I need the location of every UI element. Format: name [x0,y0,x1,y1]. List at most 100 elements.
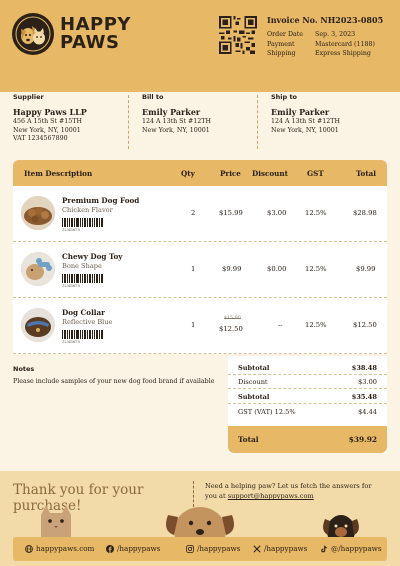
social-website-text: happypaws.com [36,544,95,553]
grand-total-label: Total [238,435,259,444]
supplier-address-line1: 456 A 15th St #15TH [13,118,82,126]
meta-value: Express Shipping [315,50,371,57]
qr-code-icon [219,16,257,54]
discount-cell: -- [278,321,283,329]
product-variant: Bone Shape [62,262,102,270]
social-tiktok-text: @/happypaws [331,544,382,553]
divider [228,374,387,375]
subtotal-value: $38.48 [351,364,377,372]
discount-row: Discount $3.00 [238,378,377,386]
subtotal-row: Subtotal $38.48 [238,364,377,372]
meta-shipping: Shipping Express Shipping [267,49,375,59]
total-cell: $12.50 [353,321,377,329]
social-facebook[interactable]: /happypaws [106,544,160,553]
brand-name-line2: PAWS [60,32,120,53]
discount-cell: $0.00 [267,265,287,273]
header-gst: GST [307,169,324,178]
price-cell: $12.50 [219,325,243,333]
bill-to-block: Bill to Emily Parker 124 A 13th St #12TH… [142,93,211,135]
meta-payment: Payment Mastercard (1188) [267,40,375,50]
supplier-vat: VAT 1234567890 [13,135,68,143]
product-variant: Reflective Blue [62,318,113,326]
table-row: Dog Collar Reflective Blue 12345678 1 $1… [13,298,387,354]
help-text: Need a helping paw? Let us fetch the ans… [205,481,385,501]
social-x-text: /happypaws [264,544,308,553]
qty-cell: 1 [191,321,196,329]
notes-text: Please include samples of your new dog f… [13,378,215,385]
barcode-icon [62,274,103,283]
tiktok-icon [321,545,327,552]
x-twitter-icon [253,544,261,553]
instagram-icon [186,544,194,553]
barcode-number: 12345678 [62,228,80,232]
puppy-illustration [323,515,359,537]
grand-total-row: Total $39.92 [228,426,387,453]
social-tiktok[interactable]: @/happypaws [320,544,382,553]
total-cell: $9.99 [356,265,376,273]
divider [228,388,387,389]
support-email-link[interactable]: support@happypaws.com [228,492,314,500]
product-name: Chewy Dog Toy [62,252,123,261]
social-links-bar: happypaws.com /happypaws /happypaws /hap… [13,537,387,561]
grand-total-value: $39.92 [348,435,377,444]
meta-label: Shipping [267,50,296,57]
dog-toy-product-image [21,252,55,286]
barcode-number: 12345678 [62,340,80,344]
price-cell: $15.99 [219,209,243,217]
barcode-icon [62,330,103,339]
price-cell: $9.99 [222,265,242,273]
supplier-block: Supplier Happy Paws LLP 456 A 15th St #1… [13,93,87,144]
globe-icon [25,544,33,553]
meta-value: Mastercard (1188) [315,40,375,48]
header-total: Total [356,169,377,178]
meta-order-date: Order Date Sep. 3, 2023 [267,30,375,40]
meta-value: Sep. 3, 2023 [315,31,356,38]
header-price: Price [220,169,241,178]
social-facebook-text: /happypaws [117,544,161,553]
product-name: Dog Collar [62,308,105,317]
ship-to-block: Ship to Emily Parker 124 A 13th St #12TH… [271,93,340,135]
gst-cell: 12.5% [305,265,327,273]
gst-cell: 12.5% [305,321,327,329]
subtotal-after-discount-row: Subtotal $35.48 [238,393,377,401]
dog-collar-product-image [21,308,55,342]
meta-label: Payment [267,40,295,48]
dog-illustration [166,507,234,537]
header-item: Item Description [24,169,93,178]
table-row: Premium Dog Food Chicken Flavor 12345678… [13,186,387,242]
social-website[interactable]: happypaws.com [25,544,94,553]
social-x[interactable]: /happypaws [253,544,307,553]
brand-name: HAPPY PAWS [60,16,131,52]
parties-section: Supplier Happy Paws LLP 456 A 15th St #1… [13,93,387,151]
total-cell: $28.98 [353,209,377,217]
header-discount: Discount [252,169,288,178]
qty-cell: 1 [191,265,196,273]
table-header: Item Description Qty Price Discount GST … [13,160,387,186]
supplier-heading: Supplier [13,93,44,101]
barcode-icon [62,218,103,227]
bill-to-address-line1: 124 A 13th St #12TH [142,118,211,126]
gst-value: $4.44 [358,408,377,416]
discount-cell: $3.00 [267,209,287,217]
product-variant: Chicken Flavor [62,206,113,214]
social-instagram[interactable]: /happypaws [186,544,240,553]
subtotal2-label: Subtotal [238,393,270,401]
invoice-number: Invoice No. NH2023-0805 [267,15,384,25]
barcode-number: 12345678 [62,284,80,288]
facebook-icon [106,544,114,553]
notes-heading: Notes [13,365,35,373]
discount-label: Discount [238,378,268,386]
supplier-address-line2: New York, NY, 10001 [13,126,81,134]
bill-to-address-line2: New York, NY, 10001 [142,126,210,134]
cat-illustration [41,505,71,537]
social-instagram-text: /happypaws [197,544,241,553]
discount-value: $3.00 [358,378,377,386]
bill-to-heading: Bill to [142,93,164,101]
ship-to-heading: Ship to [271,93,298,101]
product-name: Premium Dog Food [62,196,140,205]
dog-food-product-image [21,196,55,230]
original-price: $15.00 [224,316,241,321]
ship-to-address-line1: 124 A 13th St #12TH [271,118,340,126]
gst-row: GST (VAT) 12.5% $4.44 [238,408,377,416]
divider [128,95,129,149]
